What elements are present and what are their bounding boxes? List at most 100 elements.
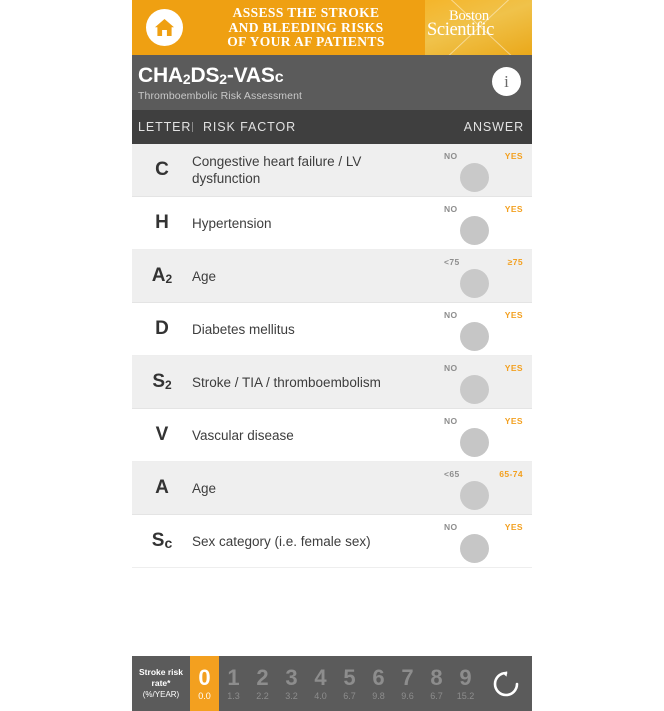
score-value: 3 [285, 664, 298, 690]
toggle-knob[interactable] [460, 268, 489, 298]
table-row: D Diabetes mellitus NO YES [132, 303, 532, 356]
answer-toggle[interactable]: NO YES [440, 515, 528, 568]
footer-label-unit: (%/YEAR) [142, 690, 180, 699]
score-value: 9 [459, 664, 472, 690]
footer-label-line-1: Stroke risk [139, 667, 183, 677]
column-header: LETTER RISK FACTOR ANSWER [132, 110, 532, 144]
score-cell[interactable]: 1 1.3 [219, 656, 248, 711]
reset-icon [493, 670, 519, 696]
toggle-option-off[interactable]: NO [444, 204, 458, 214]
toggle-knob[interactable] [460, 533, 489, 563]
toggle-option-on[interactable]: YES [505, 363, 523, 373]
score-value: 2 [256, 664, 269, 690]
row-letter-main: C [155, 159, 169, 180]
row-letter: A2 [132, 265, 192, 287]
banner-headline: ASSESS THE STROKE AND BLEEDING RISKS OF … [192, 5, 420, 50]
row-letter-main: A [155, 477, 169, 498]
banner-line-2: AND BLEEDING RISKS [228, 19, 384, 35]
toggle-option-on[interactable]: ≥75 [508, 257, 523, 267]
toggle-option-off[interactable]: <65 [444, 469, 460, 479]
table-row: H Hypertension NO YES [132, 197, 532, 250]
column-header-answer: ANSWER [463, 120, 524, 134]
home-button[interactable] [146, 9, 183, 46]
toggle-option-on[interactable]: YES [505, 310, 523, 320]
row-letter-main: H [155, 212, 169, 233]
score-rate: 9.6 [401, 690, 414, 701]
toggle-option-on[interactable]: 65-74 [499, 469, 523, 479]
score-value: 5 [343, 664, 356, 690]
row-letter: H [132, 212, 192, 234]
score-value: 7 [401, 664, 414, 690]
row-risk-factor: Age [192, 480, 217, 496]
toggle-option-off[interactable]: <75 [444, 257, 460, 267]
score-rate: 3.2 [285, 690, 298, 701]
score-rate: 4.0 [314, 690, 327, 701]
answer-toggle[interactable]: NO YES [440, 197, 528, 250]
banner-line-3: OF YOUR AF PATIENTS [227, 34, 385, 50]
footer-label-line-2: rate* [151, 678, 171, 688]
score-cell[interactable]: 6 9.8 [364, 656, 393, 711]
answer-toggle[interactable]: NO YES [440, 144, 528, 197]
column-header-risk-factor: RISK FACTOR [203, 120, 297, 134]
title-sub-1: 2 [182, 71, 191, 87]
answer-toggle[interactable]: <65 65-74 [440, 462, 528, 515]
info-icon: i [504, 71, 509, 91]
toggle-knob[interactable] [460, 321, 489, 351]
toggle-option-off[interactable]: NO [444, 416, 458, 426]
toggle-knob[interactable] [460, 162, 489, 192]
answer-toggle[interactable]: <75 ≥75 [440, 250, 528, 303]
score-cell[interactable]: 9 15.2 [451, 656, 480, 711]
toggle-option-on[interactable]: YES [505, 151, 523, 161]
score-rate: 9.8 [372, 690, 385, 701]
row-risk-factor: Diabetes mellitus [192, 321, 295, 337]
toggle-knob[interactable] [460, 215, 489, 245]
title-mid: DS [190, 64, 220, 87]
toggle-knob[interactable] [460, 480, 489, 510]
score-rate: 0.0 [198, 690, 211, 701]
row-risk-factor: Congestive heart failure / LV dysfunctio… [192, 154, 362, 186]
score-cell[interactable]: 7 9.6 [393, 656, 422, 711]
score-rate: 1.3 [227, 690, 240, 701]
table-row: Sc Sex category (i.e. female sex) NO YES [132, 515, 532, 568]
row-risk-factor: Stroke / TIA / thromboembolism [192, 374, 381, 390]
toggle-option-off[interactable]: NO [444, 310, 458, 320]
row-letter: A [132, 477, 192, 499]
score-rate: 15.2 [456, 690, 475, 701]
table-row: V Vascular disease NO YES [132, 409, 532, 462]
score-rate: 6.7 [430, 690, 443, 701]
toggle-option-on[interactable]: YES [505, 204, 523, 214]
score-cell[interactable]: 2 2.2 [248, 656, 277, 711]
answer-toggle[interactable]: NO YES [440, 356, 528, 409]
toggle-option-off[interactable]: NO [444, 522, 458, 532]
score-rate: 2.2 [256, 690, 269, 701]
banner-line-1: ASSESS THE STROKE [232, 5, 380, 20]
toggle-option-off[interactable]: NO [444, 151, 458, 161]
score-cell[interactable]: 0 0.0 [190, 656, 219, 711]
toggle-option-on[interactable]: YES [505, 522, 523, 532]
score-value: 4 [314, 664, 327, 690]
toggle-option-off[interactable]: NO [444, 363, 458, 373]
row-letter: C [132, 159, 192, 181]
answer-toggle[interactable]: NO YES [440, 409, 528, 462]
column-header-letter: LETTER [138, 120, 192, 134]
title-tail: -VAS [226, 64, 275, 87]
score-value: 8 [430, 664, 443, 690]
score-cell[interactable]: 5 6.7 [335, 656, 364, 711]
brand-line-2: Scientific [427, 19, 494, 40]
row-letter-sub: 2 [165, 272, 173, 286]
score-cell[interactable]: 8 6.7 [422, 656, 451, 711]
toggle-option-on[interactable]: YES [505, 416, 523, 426]
score-cell[interactable]: 3 3.2 [277, 656, 306, 711]
row-letter: V [132, 424, 192, 446]
info-button[interactable]: i [492, 67, 521, 96]
home-icon [155, 19, 174, 36]
answer-toggle[interactable]: NO YES [440, 303, 528, 356]
toggle-knob[interactable] [460, 427, 489, 457]
reset-button[interactable] [480, 656, 532, 711]
toggle-knob[interactable] [460, 374, 489, 404]
score-rate: 6.7 [343, 690, 356, 701]
table-row: C Congestive heart failure / LV dysfuncti… [132, 144, 532, 197]
score-scale: 0 0.0 1 1.3 2 2.2 3 3.2 4 4.0 5 6.7 6 9.8 7 9.6 8 6.7 9 15.… [190, 656, 480, 711]
row-letter-main: D [155, 318, 169, 339]
score-cell[interactable]: 4 4.0 [306, 656, 335, 711]
